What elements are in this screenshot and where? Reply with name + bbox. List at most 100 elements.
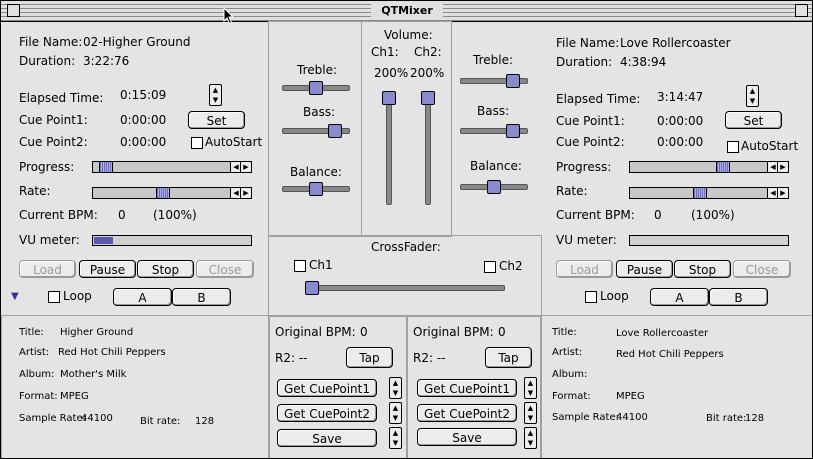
deck2-cue2: 0:00:00 [657, 135, 704, 149]
bpm2-get-cuepoint2-button[interactable]: Get CuePoint2 [417, 404, 517, 422]
deck1-progress-slider[interactable]: ◀ ▶ [92, 161, 252, 173]
deck1-rate-right-arrow-icon[interactable]: ▶ [240, 188, 251, 198]
deck2-close-button[interactable]: Close [733, 260, 791, 278]
deck2-elapsed: 3:14:47 [657, 90, 704, 104]
crossfader-track[interactable] [305, 285, 505, 291]
deck1-progress-thumb[interactable] [99, 162, 113, 172]
crossfader-ch1-checkbox[interactable] [294, 260, 306, 272]
crossfader-ch2-label: Ch2 [499, 259, 523, 273]
deck1-stop-button[interactable]: Stop [137, 260, 194, 278]
deck1-elapsed-stepper[interactable]: ▲ ▼ [209, 84, 222, 106]
deck2-rate-label: Rate: [556, 184, 588, 198]
meta2-sample-rate-label: Sample Rate: [552, 412, 619, 423]
bpm2-tap-button[interactable]: Tap [485, 347, 532, 368]
meta1-format-label: Format: [19, 391, 58, 402]
bpm1-original: 0 [360, 325, 368, 339]
deck2-rate-thumb[interactable] [693, 188, 707, 198]
eq2-balance-knob[interactable] [487, 180, 501, 194]
mouse-pointer-icon [223, 7, 235, 25]
deck2-rate-right-arrow-icon[interactable]: ▶ [777, 188, 788, 198]
deck1-set-button[interactable]: Set [188, 111, 245, 129]
deck1-rate-slider[interactable]: ◀ ▶ [92, 187, 252, 199]
deck1-progress-right-arrow-icon[interactable]: ▶ [240, 162, 251, 172]
deck2-progress-thumb[interactable] [716, 162, 730, 172]
window-title: QTMixer [371, 3, 443, 19]
volume-ch1-label: Ch1: [371, 45, 399, 59]
deck2-a-button[interactable]: A [650, 288, 709, 306]
deck1-vu-meter [92, 235, 252, 246]
title-bar[interactable]: QTMixer [1, 1, 812, 22]
meta2-sample-rate: 44100 [616, 412, 648, 423]
bpm2-cuepoint1-stepper[interactable]: ▲ ▼ [524, 377, 537, 399]
bpm2-original: 0 [498, 325, 506, 339]
deck1-vu-label: VU meter: [19, 233, 80, 247]
crossfader-knob[interactable] [305, 281, 319, 295]
deck2-loop-label: Loop [600, 289, 629, 303]
bpm2-save-button[interactable]: Save [417, 428, 517, 446]
deck2-progress-right-arrow-icon[interactable]: ▶ [777, 162, 788, 172]
deck1-elapsed-label: Elapsed Time: [19, 91, 104, 105]
deck2-elapsed-stepper[interactable]: ▲ ▼ [746, 85, 759, 107]
deck2-b-button[interactable]: B [709, 288, 768, 306]
eq1-treble-knob[interactable] [309, 81, 323, 95]
deck2-stop-button[interactable]: Stop [674, 260, 731, 278]
deck2-pause-button[interactable]: Pause [616, 260, 673, 278]
bpm1-cuepoint2-stepper[interactable]: ▲ ▼ [389, 402, 402, 424]
meta1-album: Mother's Milk [60, 369, 127, 380]
deck1-loop-label: Loop [63, 289, 92, 303]
deck1-pause-button[interactable]: Pause [79, 260, 136, 278]
deck2-loop-checkbox[interactable] [585, 291, 597, 303]
bpm2-r2: R2: -- [413, 351, 446, 365]
eq1-balance-knob[interactable] [309, 182, 323, 196]
eq2-balance-label: Balance: [470, 159, 522, 173]
deck2-load-button[interactable]: Load [556, 260, 613, 278]
deck1-loop-checkbox[interactable] [48, 291, 60, 303]
volume-ch2-knob[interactable] [421, 91, 435, 105]
meta1-artist-label: Artist: [19, 347, 50, 358]
deck1-progress-label: Progress: [19, 160, 75, 174]
bpm1-save-button[interactable]: Save [277, 429, 377, 447]
close-box-icon[interactable] [7, 4, 20, 17]
bpm1-save-stepper[interactable]: ▲ ▼ [389, 427, 402, 449]
meta1-artist: Red Hot Chili Peppers [58, 347, 166, 358]
deck2-vu-meter [629, 235, 789, 246]
eq2-treble-knob[interactable] [506, 74, 520, 88]
meta2-bit-rate: 128 [745, 413, 765, 424]
eq1-bass-knob[interactable] [328, 124, 342, 138]
deck1-b-button[interactable]: B [172, 288, 231, 306]
bpm1-get-cuepoint1-button[interactable]: Get CuePoint1 [277, 379, 377, 397]
meta1-sample-rate-label: Sample Rate: [19, 413, 86, 424]
bpm2-cuepoint2-stepper[interactable]: ▲ ▼ [524, 402, 537, 424]
meta1-bit-rate-label: Bit rate: [140, 416, 181, 427]
crossfader-ch2-checkbox[interactable] [484, 261, 496, 273]
bpm1-get-cuepoint2-button[interactable]: Get CuePoint2 [277, 404, 377, 422]
meta2-format: MPEG [616, 391, 645, 402]
volume-label: Volume: [384, 28, 433, 42]
deck2-rate-slider[interactable]: ◀ ▶ [629, 187, 789, 199]
eq1-bass-label: Bass: [303, 105, 336, 119]
volume-ch2-track[interactable] [425, 93, 431, 205]
disclosure-triangle-icon[interactable]: ▼ [11, 291, 19, 302]
bpm2-get-cuepoint1-button[interactable]: Get CuePoint1 [417, 379, 517, 397]
bpm1-cuepoint1-stepper[interactable]: ▲ ▼ [389, 377, 402, 399]
bpm1-tap-button[interactable]: Tap [346, 347, 393, 368]
meta1-bit-rate: 128 [195, 416, 215, 427]
volume-ch1-knob[interactable] [382, 91, 396, 105]
deck2-bpm: 0 [654, 208, 662, 222]
deck1-autostart-checkbox[interactable] [191, 137, 203, 149]
eq2-bass-knob[interactable] [506, 124, 520, 138]
deck1-cue2-label: Cue Point2: [19, 135, 88, 149]
deck1-a-button[interactable]: A [113, 288, 172, 306]
deck1-rate-thumb[interactable] [156, 188, 170, 198]
deck1-load-button[interactable]: Load [19, 260, 76, 278]
deck2-set-button[interactable]: Set [725, 111, 782, 129]
deck2-autostart-checkbox[interactable] [727, 141, 739, 153]
deck2-progress-slider[interactable]: ◀ ▶ [629, 161, 789, 173]
meta1-sample-rate: 44100 [81, 413, 113, 424]
deck2-cue1-label: Cue Point1: [556, 114, 625, 128]
volume-ch1-track[interactable] [386, 93, 392, 205]
bpm2-save-stepper[interactable]: ▲ ▼ [524, 427, 537, 449]
meta2-bit-rate-label: Bit rate: [706, 413, 747, 424]
deck1-close-button[interactable]: Close [196, 260, 254, 278]
zoom-box-icon[interactable] [795, 4, 808, 17]
